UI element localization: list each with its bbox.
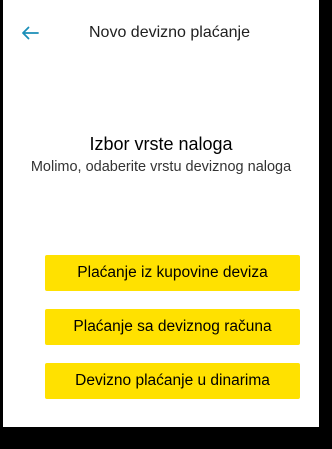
arrow-left-icon	[21, 26, 39, 40]
app-screen: Novo devizno plaćanje Izbor vrste naloga…	[0, 0, 329, 449]
foreign-currency-account-payment-button[interactable]: Plaćanje sa deviznog računa	[45, 309, 300, 345]
page-title: Novo devizno plaćanje	[89, 24, 250, 41]
purchase-foreign-currency-payment-button[interactable]: Plaćanje iz kupovine deviza	[45, 255, 300, 291]
app-header: Novo devizno plaćanje	[3, 0, 319, 64]
order-type-instruction: Molimo, odaberite vrstu deviznog naloga	[30, 159, 292, 175]
dinar-foreign-payment-button[interactable]: Devizno plaćanje u dinarima	[45, 363, 300, 399]
order-type-heading: Izbor vrste naloga	[89, 134, 233, 154]
page-content: Novo devizno plaćanje Izbor vrste naloga…	[3, 0, 319, 427]
back-button[interactable]	[17, 20, 43, 46]
